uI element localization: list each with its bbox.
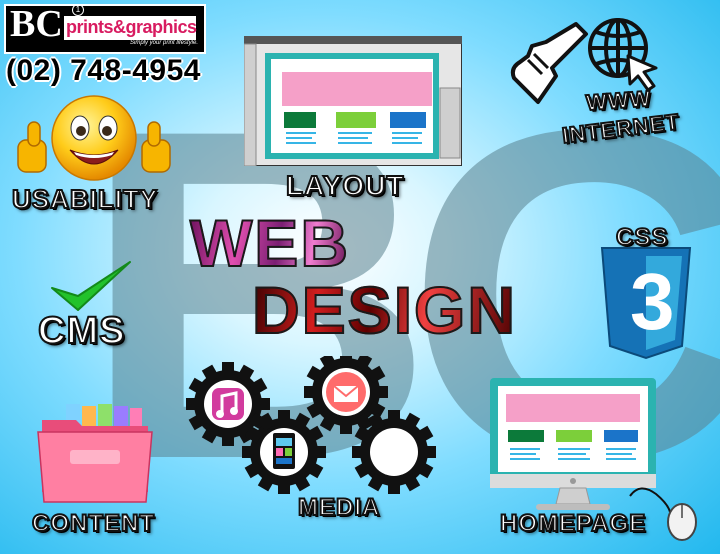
layout-label: LAYOUT [285, 169, 405, 202]
content-label: CONTENT [31, 509, 155, 538]
www-label: WWW [584, 85, 653, 116]
brand-logo-mark: 1 [72, 4, 84, 16]
thumb-left-icon [17, 121, 47, 173]
headline-design: DESIGN [251, 272, 518, 348]
mail-icon [326, 372, 366, 412]
globe-icon [588, 18, 658, 92]
mouse-cable [629, 487, 671, 513]
headline-web: WEB [189, 205, 350, 281]
folder-icon [37, 404, 153, 503]
css-version: 3 [630, 257, 675, 346]
media-label: MEDIA [297, 493, 381, 522]
checkmark-icon [51, 261, 131, 311]
phone-number: (02) 748-4954 [6, 54, 201, 87]
usability-label: USABILITY [11, 183, 159, 215]
media-gears-group [186, 356, 436, 494]
tablet-icon [271, 431, 297, 471]
mouse-icon [667, 503, 697, 541]
smiley-thumbs-up-icon [17, 95, 171, 181]
layout-wireframe-icon [244, 36, 462, 166]
music-app-icon [212, 388, 244, 420]
brand-slogan: Simply your print lifestyle. [130, 40, 199, 46]
brand-logo-letters: BC [10, 3, 63, 45]
pointer-hand-icon [510, 22, 588, 104]
thumb-right-icon [141, 121, 171, 173]
brand-name: prints&graphics [66, 17, 197, 37]
web-design-poster: BC BC 1 prints&graphics Simply your prin… [0, 0, 720, 554]
cms-label: CMS [37, 309, 126, 353]
homepage-label: HOMEPAGE [499, 509, 647, 538]
